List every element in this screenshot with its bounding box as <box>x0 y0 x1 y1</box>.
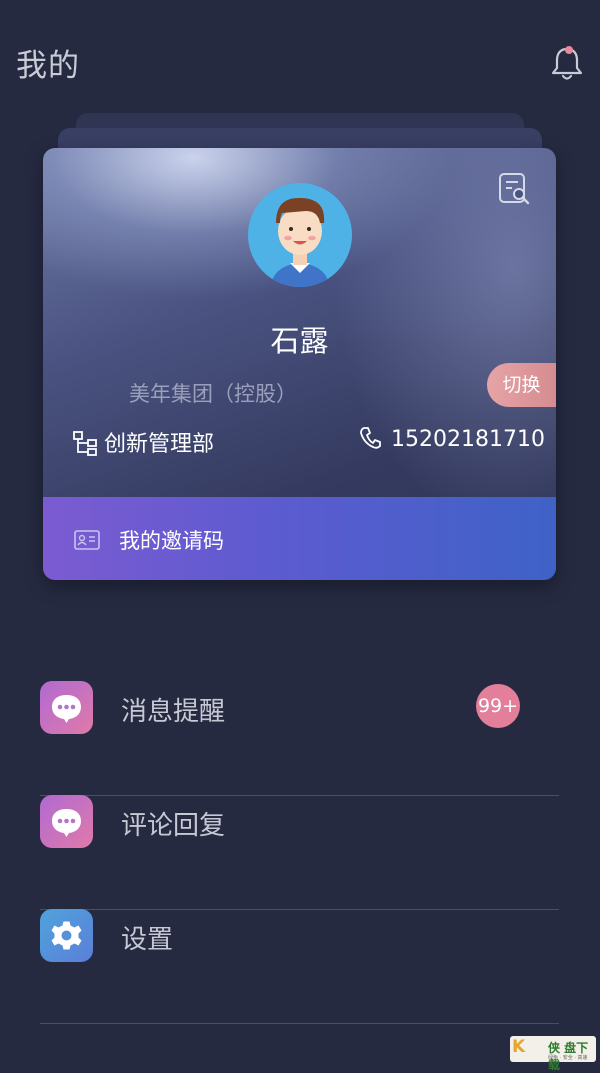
user-name: 石露 <box>270 324 329 358</box>
document-search-icon[interactable] <box>498 172 530 206</box>
menu-item-notifications[interactable]: 消息提醒 99+ <box>40 681 559 796</box>
watermark-subtitle: 绿色 · 安全 · 高速 <box>548 1055 588 1061</box>
menu-item-comments[interactable]: 评论回复 <box>40 795 559 910</box>
menu-label: 评论回复 <box>121 811 226 841</box>
department-label: 创新管理部 <box>104 432 215 457</box>
org-chart-icon <box>73 431 97 456</box>
avatar[interactable] <box>248 183 352 287</box>
invite-code-button[interactable]: 我的邀请码 <box>43 497 556 580</box>
gear-icon <box>40 909 93 962</box>
phone-icon <box>360 427 381 449</box>
unread-badge: 99+ <box>476 684 520 728</box>
menu-label: 设置 <box>121 925 174 955</box>
switch-company-button[interactable]: 切换 <box>487 363 556 407</box>
watermark-logo: K 侠 盘下载 绿色 · 安全 · 高速 <box>510 1036 596 1072</box>
page-title: 我的 <box>16 48 80 84</box>
chat-bubble-icon <box>40 681 93 734</box>
department: 创新管理部 <box>72 426 214 458</box>
bell-icon[interactable] <box>550 44 584 82</box>
chat-bubble-icon <box>40 795 93 848</box>
avatar-illustration <box>270 197 330 287</box>
phone-number: 15202181710 <box>391 427 545 452</box>
company-name: 美年集团（控股） <box>129 382 297 406</box>
watermark-k: K <box>512 1037 526 1057</box>
id-card-icon <box>74 530 100 550</box>
menu-label: 消息提醒 <box>121 697 226 727</box>
notification-dot <box>565 46 573 54</box>
menu-item-settings[interactable]: 设置 <box>40 909 559 1024</box>
profile-card: 石露 美年集团（控股） 切换 创新管理部 15202181710 我的邀请码 <box>43 148 556 580</box>
phone: 15202181710 <box>359 426 545 452</box>
invite-code-label: 我的邀请码 <box>119 529 224 553</box>
